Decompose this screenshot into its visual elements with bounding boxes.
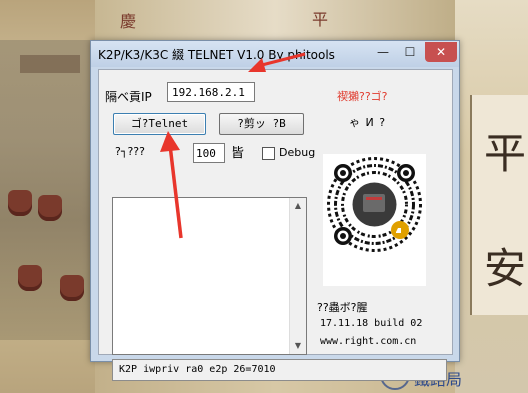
window-title: K2P/K3/K3C 綴 TELNET V1.0 By phitools xyxy=(98,48,335,62)
delay-unit: 皆 xyxy=(231,146,245,161)
qr-caption: ゃ И ? xyxy=(349,116,387,129)
maximize-button[interactable]: ☐ xyxy=(397,42,423,62)
scroll-down-icon[interactable]: ▼ xyxy=(290,338,306,354)
log-scrollbar[interactable]: ▲ ▼ xyxy=(289,198,306,354)
minimize-button[interactable]: — xyxy=(370,42,396,62)
log-output-area[interactable]: ▲ ▼ xyxy=(112,197,307,355)
close-button[interactable]: ✕ xyxy=(425,42,457,62)
telnet-tool-window: K2P/K3/K3C 綴 TELNET V1.0 By phitools — ☐… xyxy=(90,40,460,381)
qr-code-image xyxy=(326,156,423,253)
title-bar[interactable]: K2P/K3/K3C 綴 TELNET V1.0 By phitools — ☐… xyxy=(91,41,459,67)
status-bar: K2P iwpriv ra0 e2p 26=7010 xyxy=(112,359,447,381)
open-telnet-button[interactable]: ゴ?Telnet xyxy=(113,113,206,135)
delay-label: ?┐??? xyxy=(115,145,145,158)
debug-label: Debug xyxy=(279,146,316,159)
dialog-body: 隔ベ貢IP 192.168.2.1 禊獺??ゴ? ゴ?Telnet ?剪ッ ?B… xyxy=(98,69,453,381)
router-ip-input[interactable]: 192.168.2.1 xyxy=(167,82,255,102)
wechat-qr-code xyxy=(323,154,426,286)
author-label: ??蟲ボ?腥 xyxy=(317,301,368,314)
version-text: 17.11.18 build 02 xyxy=(320,318,423,329)
debug-checkbox[interactable] xyxy=(262,147,275,160)
secondary-action-button[interactable]: ?剪ッ ?B xyxy=(219,113,304,135)
router-ip-label: 隔ベ貢IP xyxy=(105,90,152,104)
red-notice-text: 禊獺??ゴ? xyxy=(337,90,388,103)
website-link[interactable]: www.right.com.cn xyxy=(320,336,416,347)
scroll-up-icon[interactable]: ▲ xyxy=(290,198,306,214)
delay-input[interactable]: 100 xyxy=(193,143,225,163)
